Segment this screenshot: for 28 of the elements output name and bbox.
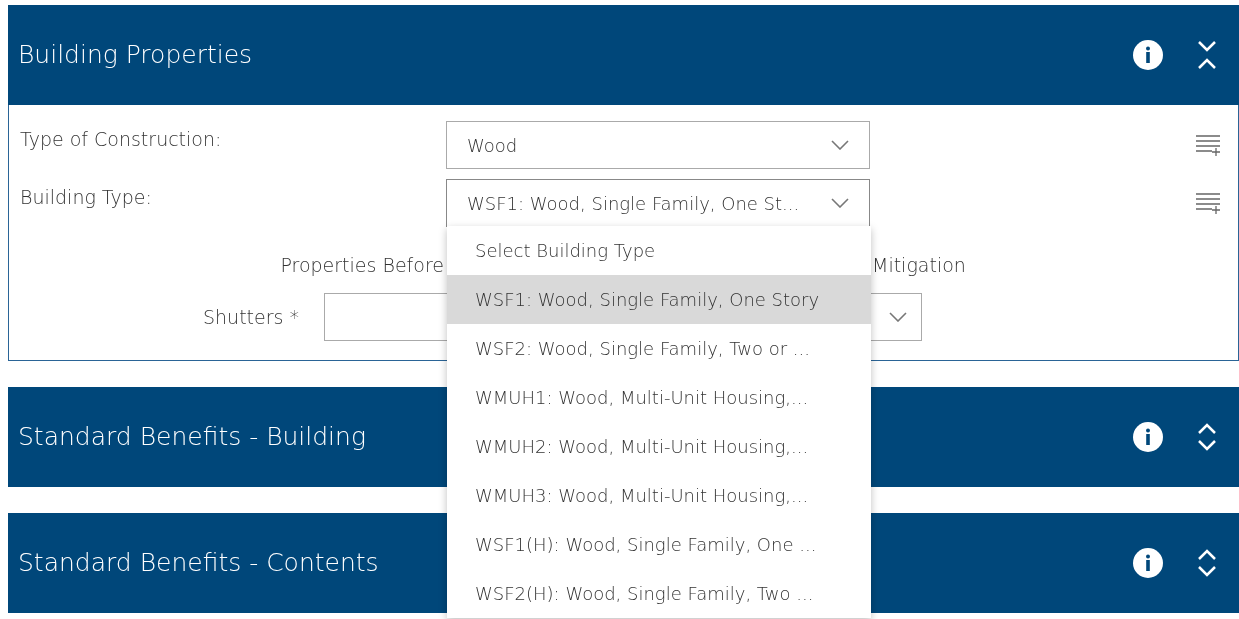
expand-icon[interactable]: [1197, 548, 1217, 578]
dropdown-option[interactable]: WMUH3: Wood, Multi-Unit Housing,...: [447, 471, 871, 520]
collapse-icon[interactable]: [1197, 40, 1217, 70]
panel-title: Building Properties: [18, 39, 253, 72]
dropdown-option[interactable]: WSF1(H): Wood, Single Family, One ...: [447, 520, 871, 569]
column-heading: Properties Before: [279, 252, 444, 278]
field-label: Type of Construction:: [19, 127, 223, 152]
info-icon[interactable]: [1133, 422, 1163, 452]
add-list-icon[interactable]: [1195, 192, 1221, 214]
select-field[interactable]: Wood: [446, 121, 870, 169]
panel-title: Standard Benefits - Building: [18, 421, 366, 454]
dropdown-option[interactable]: WSF2: Wood, Single Family, Two or ...: [447, 324, 871, 373]
chevron-down-icon: [889, 312, 907, 322]
field-label: Shutters *: [202, 304, 299, 330]
dropdown-option[interactable]: Select Building Type: [447, 226, 871, 275]
dropdown-option[interactable]: WSF2(H): Wood, Single Family, Two ...: [447, 569, 871, 618]
dropdown-option[interactable]: WMUH2: Wood, Multi-Unit Housing,...: [447, 422, 871, 471]
chevron-down-icon: [831, 198, 849, 208]
info-icon[interactable]: [1133, 40, 1163, 70]
field-label: Building Type:: [19, 185, 153, 210]
dropdown-option[interactable]: WSF1: Wood, Single Family, One Story: [447, 275, 871, 324]
expand-icon[interactable]: [1197, 422, 1217, 452]
column-heading: Mitigation: [872, 252, 966, 278]
chevron-down-icon: [831, 140, 849, 150]
panel-title: Standard Benefits - Contents: [18, 547, 379, 580]
add-list-icon[interactable]: [1195, 134, 1221, 156]
dropdown-option[interactable]: WMUH1: Wood, Multi-Unit Housing,...: [447, 373, 871, 422]
info-icon[interactable]: [1133, 548, 1163, 578]
